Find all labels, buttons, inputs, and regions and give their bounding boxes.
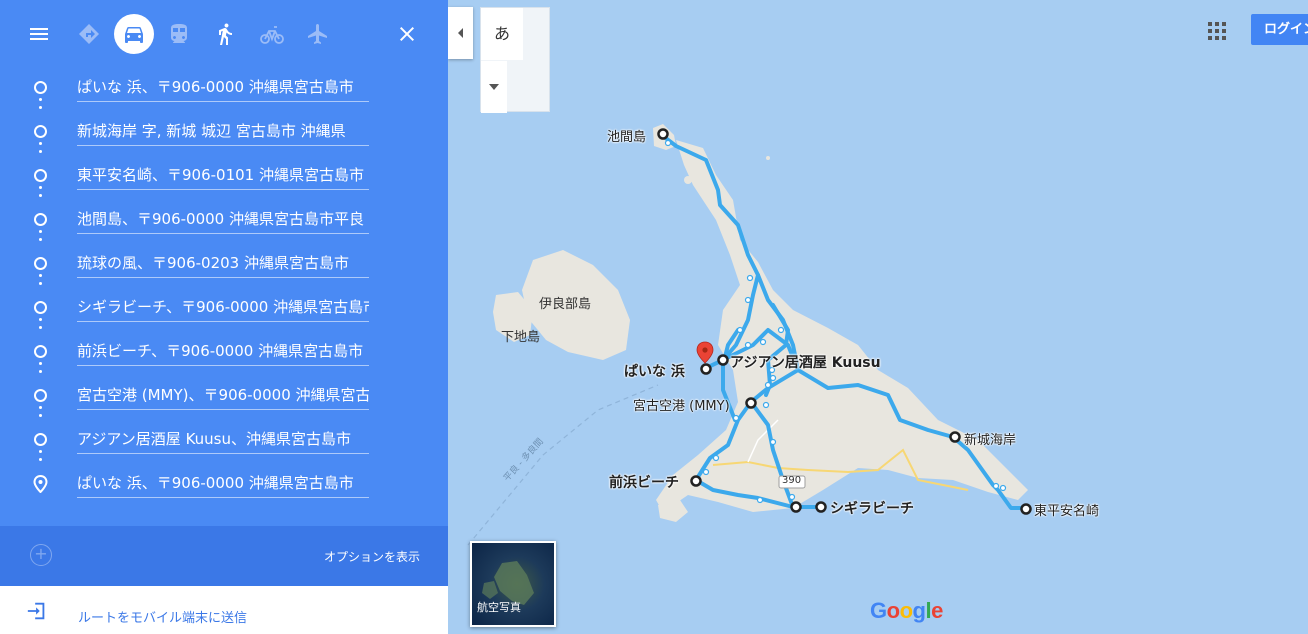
close-icon <box>400 27 414 41</box>
ime-widget: あ <box>480 7 550 113</box>
stop-row: ぱいな 浜、〒906-0000 沖縄県宮古島市 <box>0 462 448 506</box>
pin-center <box>702 347 708 353</box>
caret-left-icon <box>457 28 463 38</box>
show-options-link[interactable]: オプションを表示 <box>324 548 420 565</box>
travel-mode-bar <box>0 0 448 66</box>
stop-row: 新城海岸 字, 新城 城辺 宮古島市 沖縄県 <box>0 110 448 154</box>
waypoint-circle-icon <box>34 301 47 314</box>
stop-input[interactable]: 東平安名崎、〒906-0101 沖縄県宮古島市 <box>77 162 369 190</box>
best-route-icon <box>79 24 99 44</box>
mode-transit-button[interactable] <box>159 14 199 54</box>
caret-down-icon <box>489 84 499 90</box>
options-bar: + オプションを表示 <box>0 526 448 586</box>
directions-panel: ぱいな 浜、〒906-0000 沖縄県宮古島市 新城海岸 字, 新城 城辺 宮古… <box>0 0 448 634</box>
stop-input[interactable]: ぱいな 浜、〒906-0000 沖縄県宮古島市 <box>77 470 369 498</box>
aragusuku-label[interactable]: 新城海岸 <box>964 429 1016 448</box>
shimoji-label: 下地島 <box>501 330 541 345</box>
stop-row: ぱいな 浜、〒906-0000 沖縄県宮古島市 <box>0 66 448 110</box>
stop-row: シギラビーチ、〒906-0000 沖縄県宮古島市 <box>0 286 448 330</box>
mode-best-route-button[interactable] <box>69 14 109 54</box>
waypoint-circle-icon <box>34 213 47 226</box>
mode-flight-button[interactable] <box>298 14 338 54</box>
route-390-label: 390 <box>782 475 802 486</box>
stop-row: 琉球の風、〒906-0203 沖縄県宮古島市 <box>0 242 448 286</box>
stop-row: アジアン居酒屋 Kuusu、沖縄県宮古島市 <box>0 418 448 462</box>
destination-pin-icon <box>33 475 48 493</box>
menu-icon <box>30 28 48 40</box>
waypoint-circle-icon <box>34 257 47 270</box>
login-button[interactable]: ログイン <box>1251 14 1308 45</box>
stop-input[interactable]: アジアン居酒屋 Kuusu、沖縄県宮古島市 <box>77 426 369 454</box>
ime-mode-button[interactable]: あ <box>481 8 523 60</box>
map-canvas[interactable]: 390 平良 - 多良間 池間島 伊良部島 下地島 ぱいな 浜 アジアン居酒屋 … <box>448 0 1308 634</box>
paina-label[interactable]: ぱいな 浜 <box>624 361 685 381</box>
waypoint-circle-icon <box>34 81 47 94</box>
satellite-label: 航空写真 <box>477 601 521 614</box>
waypoint-circle-icon <box>34 389 47 402</box>
send-to-mobile-bar[interactable]: ルートをモバイル端末に送信 <box>0 586 448 634</box>
close-button[interactable] <box>387 14 427 54</box>
ferry-route <box>467 384 659 546</box>
stop-input[interactable]: 池間島、〒906-0000 沖縄県宮古島市平良 <box>77 206 369 234</box>
ime-dropdown-button[interactable] <box>481 61 507 113</box>
stop-row: 東平安名崎、〒906-0101 沖縄県宮古島市 <box>0 154 448 198</box>
stop-row: 宮古空港 (MMY)、〒906-0000 沖縄県宮古島市 <box>0 374 448 418</box>
ikema-label[interactable]: 池間島 <box>607 126 646 145</box>
waypoint-circle-icon <box>34 433 47 446</box>
waypoint-circle-icon <box>34 169 47 182</box>
mode-bicycle-button[interactable] <box>252 14 292 54</box>
stop-row: 池間島、〒906-0000 沖縄県宮古島市平良 <box>0 198 448 242</box>
stop-input[interactable]: 宮古空港 (MMY)、〒906-0000 沖縄県宮古島市 <box>77 382 369 410</box>
irabu-label: 伊良部島 <box>539 297 592 312</box>
asian-izakaya-label[interactable]: アジアン居酒屋 Kuusu <box>730 352 881 372</box>
bicycle-icon <box>260 26 284 44</box>
stop-input[interactable]: 前浜ビーチ、〒906-0000 沖縄県宮古島市 <box>77 338 369 366</box>
stop-input[interactable]: ぱいな 浜、〒906-0000 沖縄県宮古島市 <box>77 74 369 102</box>
send-to-mobile-label[interactable]: ルートをモバイル端末に送信 <box>78 607 247 626</box>
collapse-panel-button[interactable] <box>448 7 473 59</box>
add-destination-button[interactable]: + <box>30 544 52 566</box>
airport-label[interactable]: 宮古空港 (MMY) <box>633 395 730 414</box>
mode-walk-button[interactable] <box>205 14 245 54</box>
apps-grid-icon[interactable] <box>1208 22 1226 40</box>
mode-car-button[interactable] <box>114 14 154 54</box>
maehama-label[interactable]: 前浜ビーチ <box>609 472 679 492</box>
map-graphics <box>467 124 1032 546</box>
islet <box>766 156 770 160</box>
google-logo: Google <box>870 598 943 623</box>
send-to-device-icon <box>27 602 45 620</box>
islet <box>684 176 692 184</box>
stop-input[interactable]: シギラビーチ、〒906-0000 沖縄県宮古島市 <box>77 294 369 322</box>
walk-icon <box>219 23 232 45</box>
shigira-label[interactable]: シギラビーチ <box>830 498 914 518</box>
satellite-view-toggle[interactable]: 航空写真 <box>470 541 556 627</box>
stop-input[interactable]: 新城海岸 字, 新城 城辺 宮古島市 沖縄県 <box>77 118 369 146</box>
flight-icon <box>308 24 327 44</box>
menu-button[interactable] <box>19 14 59 54</box>
stop-row: 前浜ビーチ、〒906-0000 沖縄県宮古島市 <box>0 330 448 374</box>
plus-icon: + <box>34 544 48 563</box>
higashi-hennazaki-label[interactable]: 東平安名崎 <box>1034 500 1099 519</box>
stop-input[interactable]: 琉球の風、〒906-0203 沖縄県宮古島市 <box>77 250 369 278</box>
waypoint-circle-icon <box>34 125 47 138</box>
car-icon <box>125 27 143 43</box>
waypoint-circle-icon <box>34 345 47 358</box>
transit-icon <box>171 24 187 43</box>
